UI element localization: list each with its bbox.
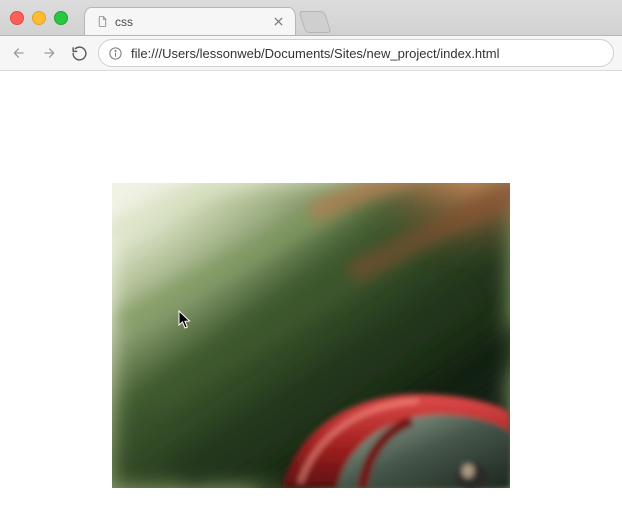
url-input[interactable] bbox=[129, 45, 605, 62]
window-controls bbox=[0, 0, 78, 35]
window-minimize-button[interactable] bbox=[32, 11, 46, 25]
window-close-button[interactable] bbox=[10, 11, 24, 25]
back-button[interactable] bbox=[8, 42, 30, 64]
close-icon[interactable] bbox=[271, 15, 285, 29]
file-icon bbox=[95, 15, 109, 29]
browser-tab[interactable]: css bbox=[84, 7, 296, 35]
tab-title: css bbox=[115, 15, 271, 29]
forward-button[interactable] bbox=[38, 42, 60, 64]
page-viewport bbox=[0, 71, 622, 519]
reload-button[interactable] bbox=[68, 42, 90, 64]
tab-strip: css bbox=[0, 0, 622, 36]
content-image bbox=[112, 183, 510, 488]
browser-chrome: css bbox=[0, 0, 622, 71]
window-zoom-button[interactable] bbox=[54, 11, 68, 25]
new-tab-button[interactable] bbox=[298, 11, 331, 33]
address-bar[interactable] bbox=[98, 39, 614, 67]
browser-toolbar bbox=[0, 36, 622, 71]
info-icon[interactable] bbox=[107, 45, 123, 61]
